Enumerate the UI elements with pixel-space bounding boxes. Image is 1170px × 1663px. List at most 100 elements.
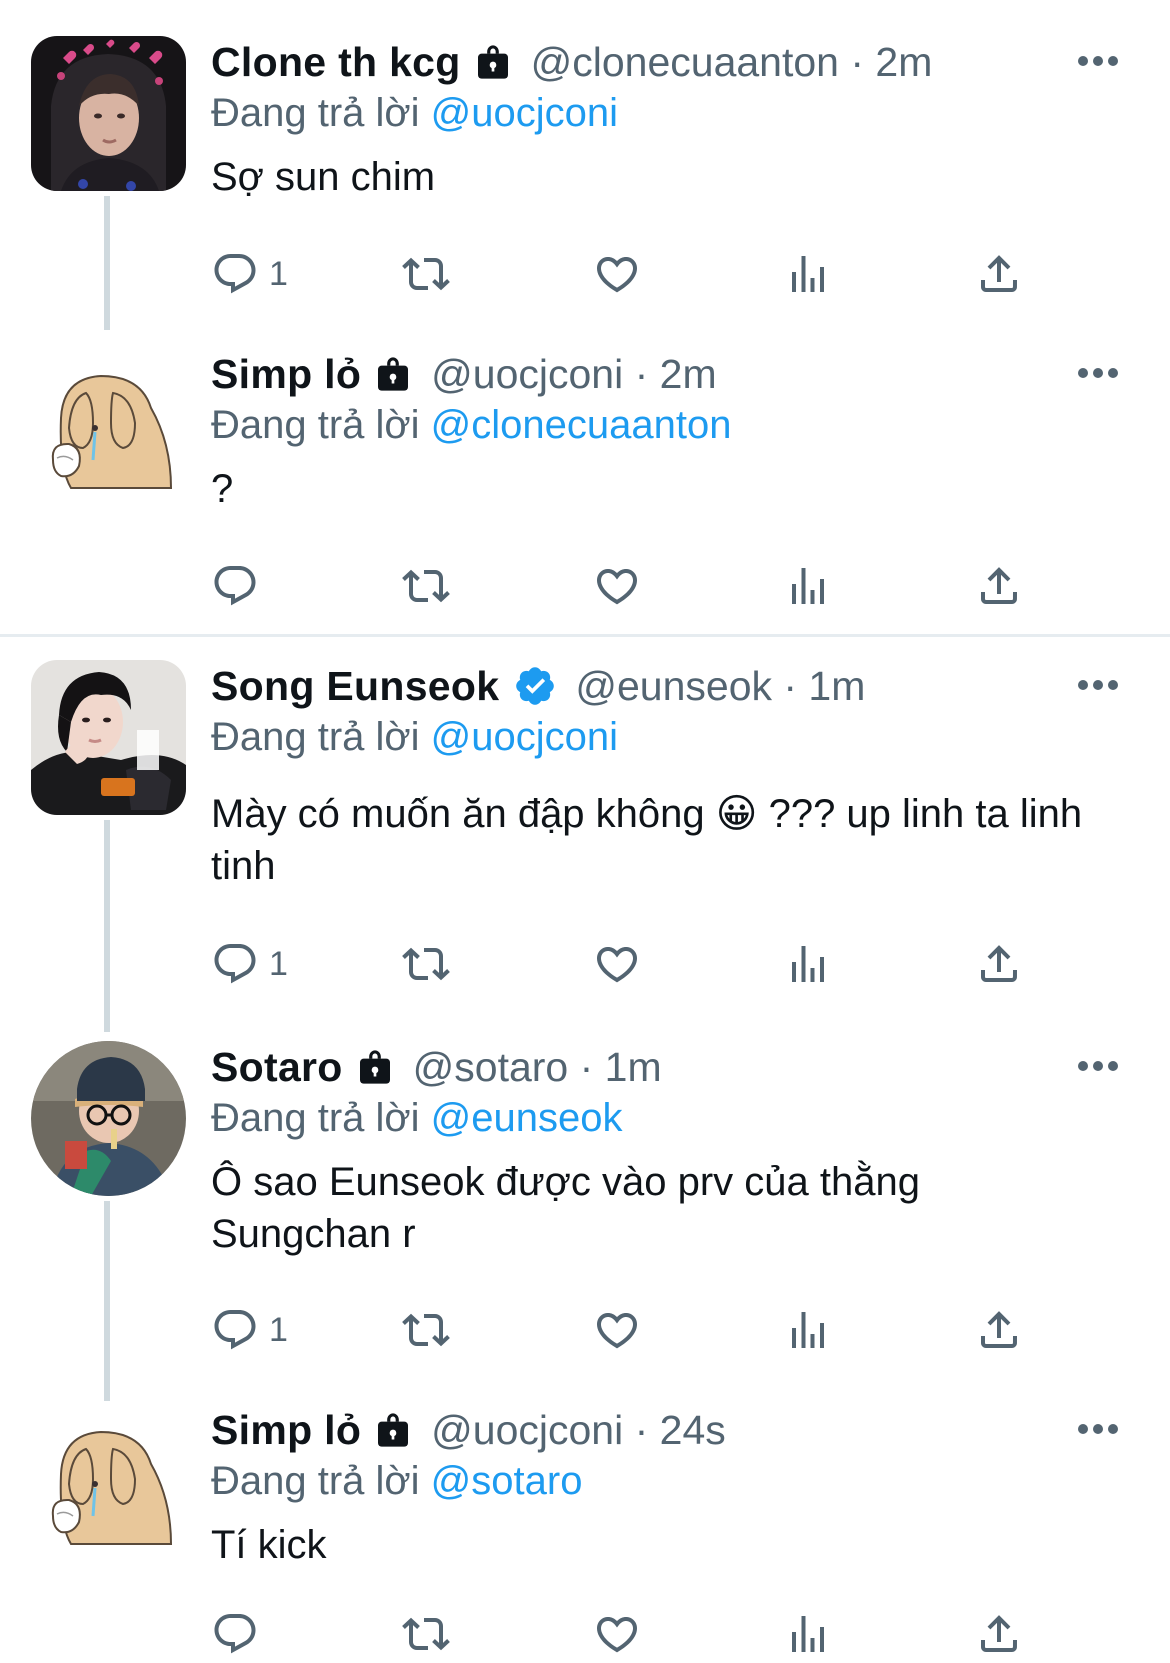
display-name[interactable]: Song Eunseok xyxy=(211,663,499,710)
views-icon xyxy=(784,940,832,988)
tweet-actions: 1 xyxy=(211,1304,1071,1356)
like-button[interactable] xyxy=(593,248,641,300)
share-button[interactable] xyxy=(975,1304,1023,1356)
share-button[interactable] xyxy=(975,560,1023,612)
reply-count: 1 xyxy=(269,254,288,293)
reply-prefix: Đang trả lời xyxy=(211,403,420,447)
reply-button[interactable]: 1 xyxy=(211,248,288,300)
reply-mention-link[interactable]: @clonecuaanton xyxy=(431,403,732,447)
reply-prefix: Đang trả lời xyxy=(211,1459,420,1503)
reply-count: 1 xyxy=(269,1310,288,1349)
reply-button[interactable]: 1 xyxy=(211,1304,288,1356)
tweet-text: Tí kick xyxy=(211,1523,327,1567)
more-options-icon[interactable] xyxy=(1078,1061,1118,1073)
share-icon xyxy=(975,940,1023,988)
display-name[interactable]: Simp lỏ xyxy=(211,1407,361,1454)
reply-context: Đang trả lời @eunseok xyxy=(211,1095,1170,1141)
views-button[interactable] xyxy=(784,1608,832,1660)
heart-icon xyxy=(593,250,641,298)
more-options-icon[interactable] xyxy=(1078,680,1118,692)
avatar[interactable] xyxy=(31,36,186,191)
handle-and-time[interactable]: @uocjconi · 24s xyxy=(431,1407,726,1454)
share-icon xyxy=(975,1306,1023,1354)
like-button[interactable] xyxy=(593,560,641,612)
reply-icon xyxy=(211,940,259,988)
views-button[interactable] xyxy=(784,938,832,990)
reply-prefix: Đang trả lời xyxy=(211,91,420,135)
share-button[interactable] xyxy=(975,1608,1023,1660)
views-icon xyxy=(784,1610,832,1658)
thread-connector-line xyxy=(104,196,110,330)
retweet-icon xyxy=(402,250,450,298)
tweet-actions: 1 xyxy=(211,938,1071,990)
reply-button[interactable] xyxy=(211,560,269,612)
share-button[interactable] xyxy=(975,248,1023,300)
reply-context: Đang trả lời @uocjconi xyxy=(211,714,1170,760)
display-name[interactable]: Clone th kcg xyxy=(211,39,461,86)
more-options-icon[interactable] xyxy=(1078,368,1118,380)
conversation-divider xyxy=(0,634,1170,637)
avatar[interactable] xyxy=(31,660,186,815)
handle-and-time[interactable]: @uocjconi · 2m xyxy=(431,351,716,398)
reply-context: Đang trả lời @uocjconi xyxy=(211,90,1170,136)
reply-count: 1 xyxy=(269,944,288,983)
tweet-actions xyxy=(211,560,1071,612)
thread-connector-line xyxy=(104,820,110,1032)
reply-mention-link[interactable]: @uocjconi xyxy=(431,91,618,135)
thread-connector-line xyxy=(104,1201,110,1401)
views-button[interactable] xyxy=(784,1304,832,1356)
share-icon xyxy=(975,1610,1023,1658)
reply-icon xyxy=(211,1610,259,1658)
retweet-button[interactable] xyxy=(402,1608,450,1660)
views-button[interactable] xyxy=(784,248,832,300)
handle-and-time[interactable]: @clonecuaanton · 2m xyxy=(531,39,933,86)
heart-icon xyxy=(593,1610,641,1658)
handle-and-time[interactable]: @sotaro · 1m xyxy=(413,1044,662,1091)
lock-icon xyxy=(373,354,413,394)
views-icon xyxy=(784,562,832,610)
reply-button[interactable]: 1 xyxy=(211,938,288,990)
reply-context: Đang trả lời @sotaro xyxy=(211,1458,1170,1504)
display-name[interactable]: Sotaro xyxy=(211,1044,343,1091)
verified-badge-icon xyxy=(513,664,557,708)
retweet-button[interactable] xyxy=(402,1304,450,1356)
tweet-text: Ô sao Eunseok được vào prv của thằng Sun… xyxy=(211,1160,920,1256)
reply-icon xyxy=(211,250,259,298)
avatar[interactable] xyxy=(31,348,186,503)
tweet-text: Mày có muốn ăn đập không 😀 ??? up linh t… xyxy=(211,792,1083,888)
lock-icon xyxy=(473,42,513,82)
retweet-button[interactable] xyxy=(402,938,450,990)
avatar[interactable] xyxy=(31,1404,186,1559)
heart-icon xyxy=(593,562,641,610)
more-options-icon[interactable] xyxy=(1078,56,1118,68)
retweet-icon xyxy=(402,940,450,988)
lock-icon xyxy=(355,1047,395,1087)
retweet-button[interactable] xyxy=(402,248,450,300)
reply-mention-link[interactable]: @eunseok xyxy=(431,1096,623,1140)
like-button[interactable] xyxy=(593,938,641,990)
more-options-icon[interactable] xyxy=(1078,1424,1118,1436)
reply-prefix: Đang trả lời xyxy=(211,1096,420,1140)
share-icon xyxy=(975,562,1023,610)
retweet-button[interactable] xyxy=(402,560,450,612)
views-icon xyxy=(784,250,832,298)
display-name[interactable]: Simp lỏ xyxy=(211,351,361,398)
reply-button[interactable] xyxy=(211,1608,269,1660)
avatar[interactable] xyxy=(31,1041,186,1196)
retweet-icon xyxy=(402,1306,450,1354)
reply-mention-link[interactable]: @sotaro xyxy=(431,1459,583,1503)
retweet-icon xyxy=(402,1610,450,1658)
reply-icon xyxy=(211,1306,259,1354)
share-icon xyxy=(975,250,1023,298)
share-button[interactable] xyxy=(975,938,1023,990)
reply-prefix: Đang trả lời xyxy=(211,715,420,759)
handle-and-time[interactable]: @eunseok · 1m xyxy=(575,663,865,710)
reply-mention-link[interactable]: @uocjconi xyxy=(431,715,618,759)
tweet-actions xyxy=(211,1608,1071,1660)
tweet-text: ? xyxy=(211,467,234,511)
reply-context: Đang trả lời @clonecuaanton xyxy=(211,402,1170,448)
like-button[interactable] xyxy=(593,1608,641,1660)
views-button[interactable] xyxy=(784,560,832,612)
like-button[interactable] xyxy=(593,1304,641,1356)
retweet-icon xyxy=(402,562,450,610)
